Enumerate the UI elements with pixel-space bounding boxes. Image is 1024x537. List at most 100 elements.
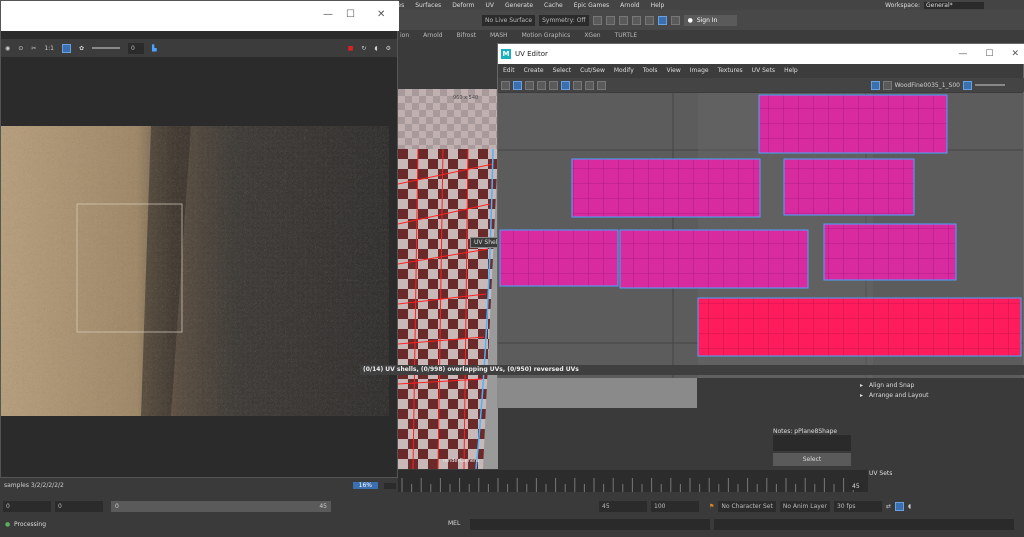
current-frame[interactable]: 45 xyxy=(850,483,862,490)
uv-menu-item[interactable]: Select xyxy=(553,67,572,74)
close-icon[interactable]: ✕ xyxy=(377,9,385,20)
display-icon[interactable]: ▙ xyxy=(152,45,157,52)
snapshot-icon[interactable]: ✂ xyxy=(31,45,36,52)
texture-dim-icon[interactable] xyxy=(882,80,892,90)
symmetry-field[interactable]: Symmetry: Off xyxy=(539,14,589,26)
viewport-canvas[interactable]: 960 x 540 renderCamera xyxy=(398,89,498,469)
uv-maximize-icon[interactable]: ☐ xyxy=(985,49,993,59)
uv-menu-item[interactable]: Image xyxy=(690,67,709,74)
frame-field[interactable]: 0 xyxy=(128,42,144,54)
notes-field[interactable] xyxy=(773,435,851,451)
shelf-tab[interactable]: ion xyxy=(400,32,409,39)
uv-menu-item[interactable]: Cut/Sew xyxy=(580,67,605,74)
ratio-label[interactable]: 1:1 xyxy=(44,45,54,52)
audio-settings-icon[interactable]: ◖ xyxy=(908,503,911,510)
exposure-icon[interactable]: ✿ xyxy=(79,45,84,52)
shelf-tab[interactable]: MASH xyxy=(490,32,508,39)
workspace-value[interactable]: General* xyxy=(924,1,984,9)
snap-point-icon[interactable] xyxy=(618,15,628,25)
uv-shell[interactable] xyxy=(823,223,957,281)
key-icon[interactable]: ⚑ xyxy=(709,503,714,510)
menu-item[interactable]: Generate xyxy=(505,2,533,9)
uv-distortion-icon[interactable] xyxy=(597,80,606,90)
uv-shell-selected[interactable] xyxy=(697,297,1022,357)
start-frame-field[interactable]: 0 xyxy=(3,500,51,512)
auto-key-icon[interactable] xyxy=(895,501,904,511)
ipr-render-icon[interactable]: ⊙ xyxy=(18,45,23,52)
audio-icon[interactable]: ◖ xyxy=(374,45,377,52)
texture-slider[interactable] xyxy=(975,84,1005,86)
uv-isolate-icon[interactable] xyxy=(561,80,570,90)
stop-icon[interactable]: ■ xyxy=(348,45,354,52)
minimize-icon[interactable]: — xyxy=(323,9,333,20)
uv-menu-item[interactable]: Create xyxy=(524,67,544,74)
maximize-icon[interactable]: ☐ xyxy=(346,9,355,20)
uv-menu-item[interactable]: Textures xyxy=(718,67,743,74)
menu-item[interactable]: Surfaces xyxy=(415,2,441,9)
range-slider[interactable]: 0 45 xyxy=(111,500,331,512)
mel-input[interactable] xyxy=(470,519,710,530)
time-slider[interactable]: 45 xyxy=(398,470,868,492)
snap-grid-icon[interactable] xyxy=(592,15,602,25)
uv-shell[interactable] xyxy=(619,229,809,289)
live-surface-field[interactable]: No Live Surface xyxy=(482,14,536,26)
shelf-tab[interactable]: TURTLE xyxy=(615,32,638,39)
select-button[interactable]: Select xyxy=(773,453,851,466)
render-settings-icon[interactable] xyxy=(657,15,667,25)
sign-in-button[interactable]: ● Sign In xyxy=(683,14,738,26)
uv-shell[interactable] xyxy=(758,94,948,154)
anim-start-field[interactable]: 0 xyxy=(55,500,103,512)
texture-toggle-icon[interactable] xyxy=(870,80,880,90)
progress-cancel[interactable] xyxy=(384,482,396,489)
shelf-tab[interactable]: Bifrost xyxy=(457,32,476,39)
hypershade-icon[interactable] xyxy=(670,15,680,25)
shelf-tab[interactable]: Motion Graphics xyxy=(522,32,571,39)
toolkit-section-arrange[interactable]: ▸ Arrange and Layout xyxy=(768,390,1024,400)
character-set-field[interactable]: No Character Set xyxy=(718,500,776,512)
uv-menu-item[interactable]: View xyxy=(667,67,681,74)
uv-grid-icon[interactable] xyxy=(537,80,546,90)
uv-move-icon[interactable] xyxy=(513,80,522,90)
uv-select-icon[interactable] xyxy=(501,80,510,90)
uv-rotate-icon[interactable] xyxy=(525,80,534,90)
uv-menu-item[interactable]: UV Sets xyxy=(752,67,775,74)
snap-curve-icon[interactable] xyxy=(605,15,615,25)
shelf-tab[interactable]: Arnold xyxy=(423,32,442,39)
menu-item[interactable]: Cache xyxy=(544,2,563,9)
anim-end-field[interactable]: 100 xyxy=(651,500,699,512)
render-icon[interactable] xyxy=(631,15,641,25)
workspace-selector[interactable]: Workspace: General* xyxy=(885,1,1024,9)
uv-menu-item[interactable]: Tools xyxy=(643,67,658,74)
loop-icon[interactable]: ⇄ xyxy=(886,503,891,510)
settings-gear-icon[interactable]: ⚙ xyxy=(386,45,397,52)
uv-menu-item[interactable]: Edit xyxy=(503,67,515,74)
ipr-icon[interactable] xyxy=(644,15,654,25)
uv-shaded-icon[interactable] xyxy=(573,80,582,90)
uv-shell[interactable] xyxy=(783,158,915,216)
uv-menu-item[interactable]: Modify xyxy=(614,67,634,74)
menu-item[interactable]: Deform xyxy=(452,2,474,9)
fps-field[interactable]: 30 fps xyxy=(833,500,882,512)
uv-close-icon[interactable]: ✕ xyxy=(1011,49,1019,59)
menu-item[interactable]: UV xyxy=(486,2,495,9)
uv-minimize-icon[interactable]: — xyxy=(958,49,967,59)
exposure-slider[interactable] xyxy=(92,47,120,49)
refresh-icon[interactable]: ↻ xyxy=(361,45,366,52)
texture-options-icon[interactable] xyxy=(963,80,972,90)
uv-checker-icon[interactable] xyxy=(585,80,594,90)
uv-canvas-svg[interactable] xyxy=(498,93,1023,378)
anim-layer-field[interactable]: No Anim Layer xyxy=(779,500,830,512)
end-frame-field[interactable]: 45 xyxy=(599,500,647,512)
menu-item[interactable]: Help xyxy=(651,2,665,9)
uv-frame-icon[interactable] xyxy=(549,80,558,90)
shelf-tab[interactable]: XGen xyxy=(584,32,600,39)
uv-shell[interactable] xyxy=(499,229,619,287)
uv-menu-item[interactable]: Help xyxy=(784,67,798,74)
menu-item[interactable]: Arnold xyxy=(620,2,639,9)
menu-item[interactable]: Epic Games xyxy=(574,2,609,9)
uv-shell[interactable] xyxy=(571,158,761,218)
texture-name[interactable]: WoodFine0035_1_S00 xyxy=(895,82,960,89)
mel-label[interactable]: MEL xyxy=(448,520,460,527)
uv-canvas[interactable] xyxy=(498,93,1023,378)
region-icon[interactable] xyxy=(61,43,71,53)
